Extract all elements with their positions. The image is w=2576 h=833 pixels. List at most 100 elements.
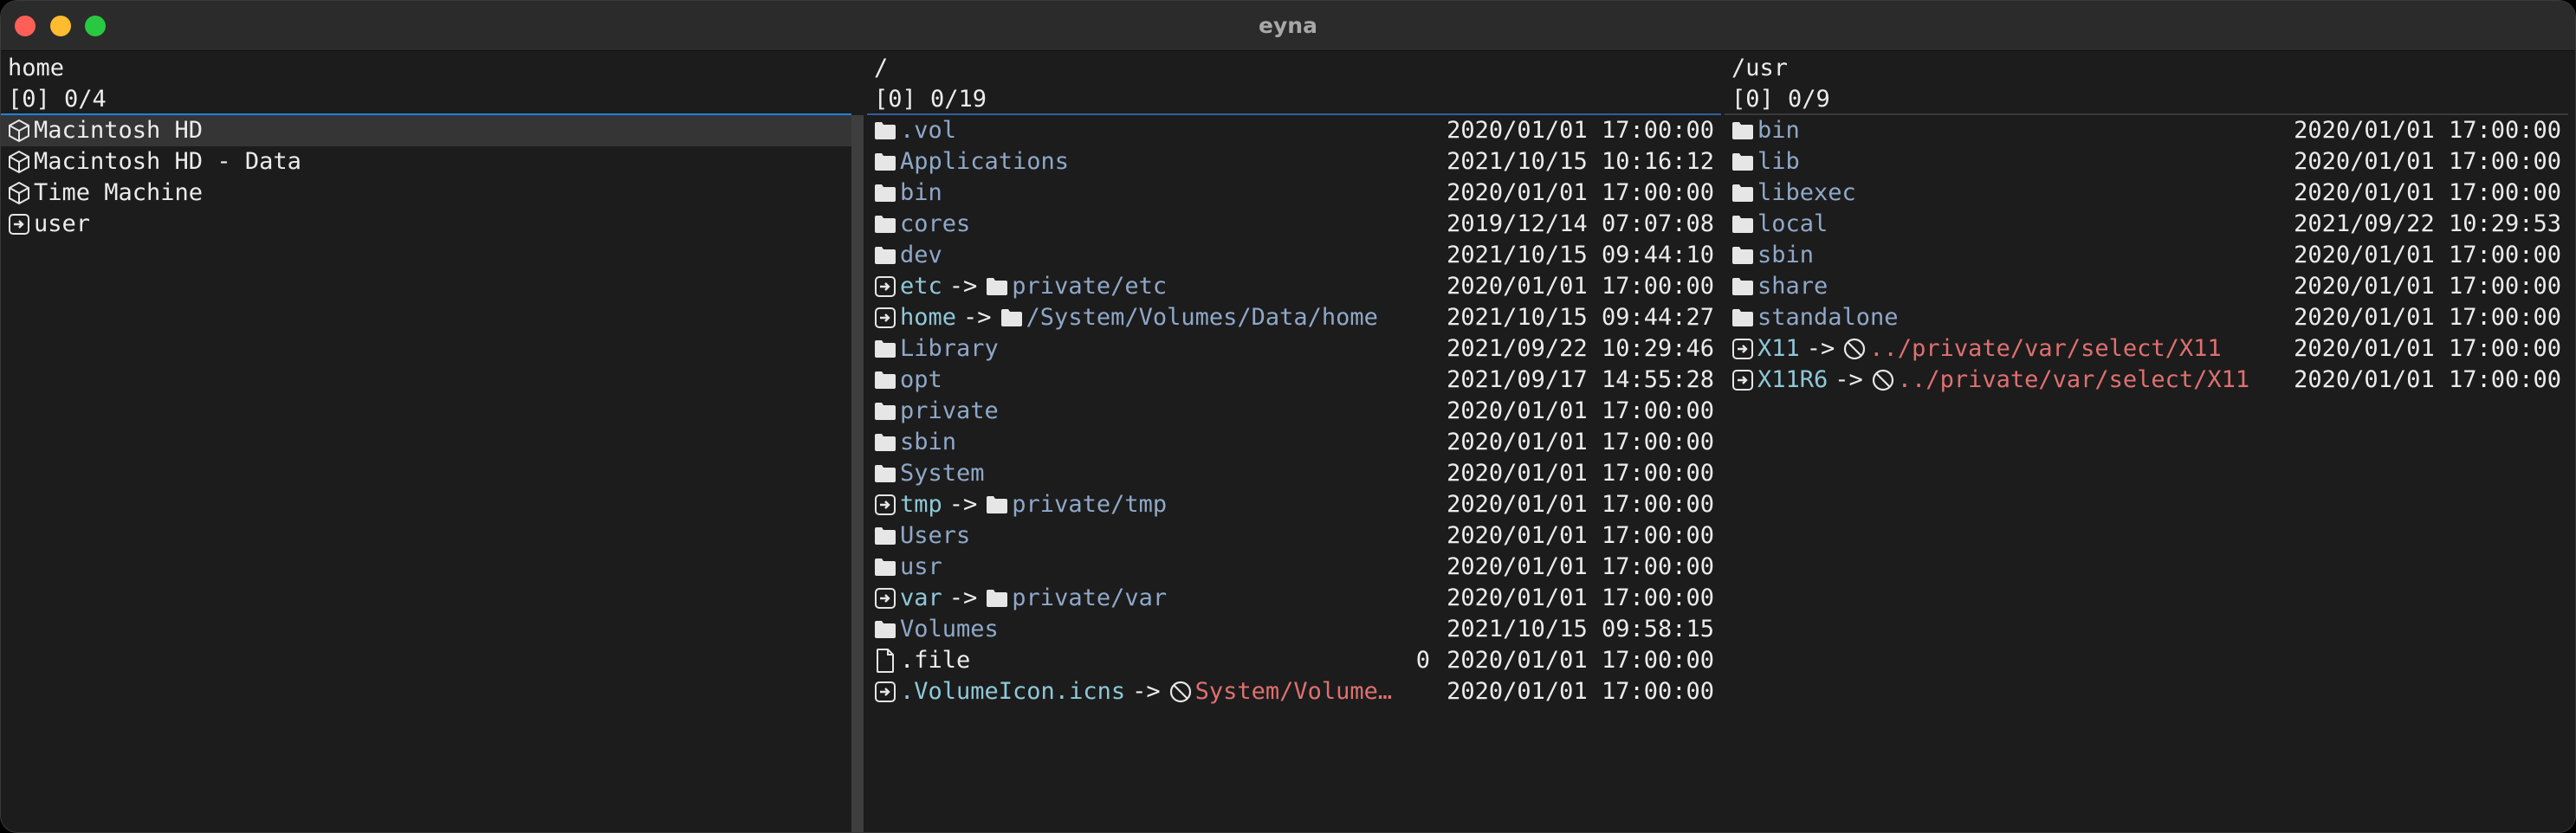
symlink-icon xyxy=(1728,365,1757,396)
broken-link-icon xyxy=(1166,676,1195,707)
volume-icon xyxy=(4,115,34,146)
list-item[interactable]: local 2021/09/22 10:29:53 xyxy=(1725,209,2568,240)
item-name: .vol xyxy=(900,117,957,144)
app-window: eyna home [0] 0/4 Macintosh HD Macintosh … xyxy=(0,0,2576,833)
item-date: 2021/10/15 09:58:15 xyxy=(1447,616,1714,643)
folder-icon xyxy=(1728,240,1757,271)
list-item[interactable]: libexec 2020/01/01 17:00:00 xyxy=(1725,178,2568,209)
item-name: bin xyxy=(900,179,942,206)
list-item[interactable]: bin 2020/01/01 17:00:00 xyxy=(867,178,1721,209)
list-item[interactable]: .vol 2020/01/01 17:00:00 xyxy=(867,115,1721,146)
list-item[interactable]: var -> private/var 2020/01/01 17:00:00 xyxy=(867,583,1721,614)
list-item[interactable]: cores 2019/12/14 07:07:08 xyxy=(867,209,1721,240)
folder-icon xyxy=(871,552,900,583)
item-name: Library xyxy=(900,335,999,362)
item-name: System xyxy=(900,460,985,487)
folder-icon xyxy=(871,365,900,396)
file-icon xyxy=(871,645,900,676)
list-item[interactable]: Library 2021/09/22 10:29:46 xyxy=(867,333,1721,365)
title-bar: eyna xyxy=(1,1,2575,51)
list-item[interactable]: .file 0 2020/01/01 17:00:00 xyxy=(867,645,1721,676)
item-name: home xyxy=(900,304,957,331)
item-name: user xyxy=(34,210,91,237)
list-item[interactable]: standalone 2020/01/01 17:00:00 xyxy=(1725,302,2568,333)
item-name: Time Machine xyxy=(34,179,204,206)
list-item[interactable]: dev 2021/10/15 09:44:10 xyxy=(867,240,1721,271)
list-item[interactable]: Time Machine xyxy=(1,178,851,209)
list-item[interactable]: Volumes 2021/10/15 09:58:15 xyxy=(867,614,1721,645)
item-name: usr xyxy=(900,553,942,580)
link-arrow: -> xyxy=(1835,366,1863,393)
list-item[interactable]: X11R6 -> ../private/var/select/X11 2020/01/… xyxy=(1725,365,2568,396)
item-date: 2020/01/01 17:00:00 xyxy=(2294,242,2561,268)
list-item[interactable]: home -> /System/Volumes/Data/home 2021/10/1… xyxy=(867,302,1721,333)
volume-icon xyxy=(4,146,34,178)
list-item[interactable]: share 2020/01/01 17:00:00 xyxy=(1725,271,2568,302)
item-name: standalone xyxy=(1757,304,1899,331)
link-arrow: -> xyxy=(1132,678,1161,705)
file-list: .vol 2020/01/01 17:00:00 Applications 2021/… xyxy=(867,115,1721,707)
item-name: var xyxy=(900,584,942,611)
pane-header: / [0] 0/19 xyxy=(867,51,1721,113)
pane-usr[interactable]: /usr [0] 0/9 bin 2020/01/01 17:00:00 lib 20… xyxy=(1725,51,2568,832)
folder-icon xyxy=(871,396,900,427)
list-item[interactable]: lib 2020/01/01 17:00:00 xyxy=(1725,146,2568,178)
item-date: 2020/01/01 17:00:00 xyxy=(1447,647,1714,674)
pane-status: [0] 0/4 xyxy=(8,86,107,113)
item-date: 2020/01/01 17:00:00 xyxy=(1447,429,1714,455)
item-name: opt xyxy=(900,366,942,393)
list-item[interactable]: Macintosh HD - Data xyxy=(1,146,851,178)
folder-icon xyxy=(871,520,900,552)
item-date: 2020/01/01 17:00:00 xyxy=(2294,335,2561,362)
list-item[interactable]: System 2020/01/01 17:00:00 xyxy=(867,458,1721,489)
broken-link-icon xyxy=(1868,365,1898,396)
item-name: lib xyxy=(1757,148,1800,175)
list-item[interactable]: Macintosh HD xyxy=(1,115,851,146)
symlink-icon xyxy=(871,583,900,614)
item-size: 0 xyxy=(1415,647,1430,674)
item-name: tmp xyxy=(900,491,942,518)
folder-icon xyxy=(871,209,900,240)
file-list: Macintosh HD Macintosh HD - Data Time Mach… xyxy=(1,115,851,240)
pane-root[interactable]: / [0] 0/19 .vol 2020/01/01 17:00:00 Applic… xyxy=(867,51,1721,832)
list-item[interactable]: X11 -> ../private/var/select/X11 2020/01/01… xyxy=(1725,333,2568,365)
list-item[interactable]: sbin 2020/01/01 17:00:00 xyxy=(867,427,1721,458)
list-item[interactable]: .VolumeIcon.icns -> System/Volume… 2020/01/… xyxy=(867,676,1721,707)
link-target: private/var xyxy=(1012,584,1168,611)
item-name: Macintosh HD - Data xyxy=(34,148,301,175)
pane-home[interactable]: home [0] 0/4 Macintosh HD Macintosh HD - … xyxy=(1,51,851,832)
folder-icon xyxy=(1728,146,1757,178)
list-item[interactable]: Users 2020/01/01 17:00:00 xyxy=(867,520,1721,552)
folder-icon xyxy=(871,427,900,458)
folder-icon xyxy=(982,583,1012,614)
pane-divider-scrollbar[interactable] xyxy=(851,115,864,832)
window-title: eyna xyxy=(1259,13,1317,38)
symlink-icon xyxy=(4,209,34,240)
item-date: 2020/01/01 17:00:00 xyxy=(2294,304,2561,331)
item-name: sbin xyxy=(1757,242,1815,268)
item-name: X11R6 xyxy=(1757,366,1828,393)
list-item[interactable]: user xyxy=(1,209,851,240)
folder-icon xyxy=(1728,178,1757,209)
folder-icon xyxy=(1728,209,1757,240)
item-date: 2020/01/01 17:00:00 xyxy=(1447,553,1714,580)
list-item[interactable]: private 2020/01/01 17:00:00 xyxy=(867,396,1721,427)
list-item[interactable]: etc -> private/etc 2020/01/01 17:00:00 xyxy=(867,271,1721,302)
pane-status: [0] 0/19 xyxy=(874,86,987,113)
list-item[interactable]: sbin 2020/01/01 17:00:00 xyxy=(1725,240,2568,271)
list-item[interactable]: bin 2020/01/01 17:00:00 xyxy=(1725,115,2568,146)
item-date: 2020/01/01 17:00:00 xyxy=(1447,522,1714,549)
item-name: local xyxy=(1757,210,1828,237)
list-item[interactable]: tmp -> private/tmp 2020/01/01 17:00:00 xyxy=(867,489,1721,520)
link-arrow: -> xyxy=(963,304,992,331)
item-date: 2020/01/01 17:00:00 xyxy=(2294,366,2561,393)
list-item[interactable]: opt 2021/09/17 14:55:28 xyxy=(867,365,1721,396)
list-item[interactable]: usr 2020/01/01 17:00:00 xyxy=(867,552,1721,583)
folder-icon xyxy=(982,489,1012,520)
folder-icon xyxy=(1728,115,1757,146)
item-name: private xyxy=(900,397,999,424)
symlink-icon xyxy=(871,676,900,707)
list-item[interactable]: Applications 2021/10/15 10:16:12 xyxy=(867,146,1721,178)
folder-icon xyxy=(1728,271,1757,302)
broken-link-icon xyxy=(1840,333,1869,365)
